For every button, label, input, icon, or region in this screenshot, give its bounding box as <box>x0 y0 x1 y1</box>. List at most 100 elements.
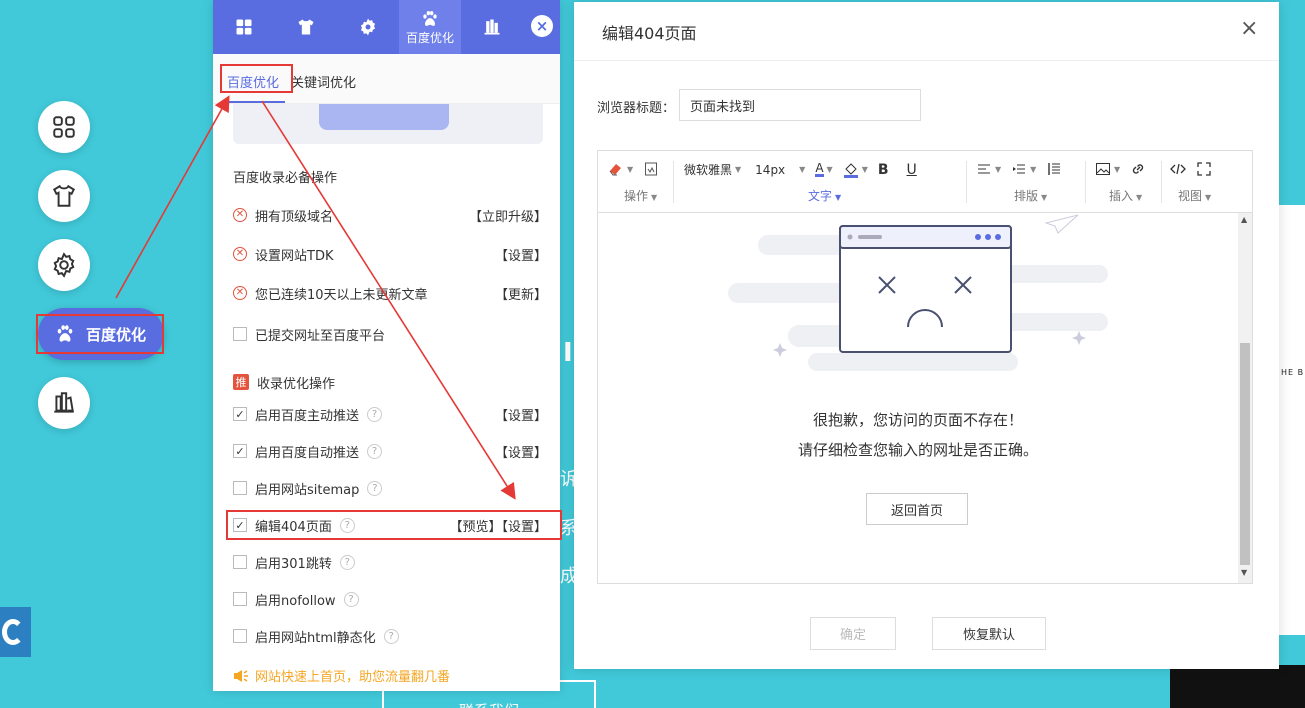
section-title-required: 百度收录必备操作 <box>233 171 338 186</box>
baidu-logo-image <box>319 104 449 130</box>
tab-pages[interactable] <box>461 0 523 54</box>
side-menu-modules[interactable] <box>38 101 90 153</box>
customer-service-tab[interactable] <box>0 607 31 657</box>
push-badge: 推 <box>233 374 249 390</box>
toolbar-group-view: 视图 ▼ <box>1170 151 1240 213</box>
align-button[interactable]: ▼ <box>976 161 1001 177</box>
upgrade-link[interactable]: 【立即升级】 <box>469 206 547 225</box>
font-color-button[interactable]: A ▼ <box>815 162 833 177</box>
insert-link-button[interactable] <box>1130 161 1146 177</box>
gear-icon <box>53 252 75 278</box>
option-checkbox[interactable] <box>233 555 247 569</box>
format-painter-button[interactable] <box>643 161 659 177</box>
toolbar-separator <box>1085 161 1086 203</box>
option-checkbox[interactable] <box>233 592 247 606</box>
browser-title-input[interactable] <box>679 89 921 121</box>
subtab-keyword-seo[interactable]: 关键词优化 <box>285 72 362 103</box>
back-home-button[interactable]: 返回首页 <box>866 493 968 525</box>
error-icon: ✕ <box>233 208 247 222</box>
fullscreen-button[interactable] <box>1196 161 1212 177</box>
option-label: 启用网站html静态化 <box>255 630 376 646</box>
line-height-button[interactable] <box>1046 161 1062 177</box>
dialog-close-button[interactable]: × <box>1240 18 1258 40</box>
toolbar-separator <box>966 161 967 203</box>
toolbar-group-text: 微软雅黑 ▼ 14px ▼ A ▼ ▼ B U 文字 ▼ <box>684 151 964 213</box>
bg-right-panel <box>1279 205 1305 635</box>
font-size-select[interactable]: 14px ▼ <box>755 163 805 177</box>
help-icon[interactable]: ? <box>367 480 383 496</box>
source-code-button[interactable] <box>1170 161 1186 177</box>
editor-content[interactable]: 很抱歉，您访问的页面不存在！ 请仔细检查您输入的网址是否正确。 返回首页 ▲ ▼ <box>598 213 1252 583</box>
option-actions[interactable]: 【设置】 <box>495 405 547 424</box>
help-icon[interactable]: ? <box>339 554 355 570</box>
option-checkbox[interactable]: ✓ <box>233 407 247 421</box>
line-height-icon <box>1048 163 1061 175</box>
option-checkbox[interactable] <box>233 481 247 495</box>
option-row: ✓ 启用百度主动推送 ? 【设置】 <box>233 403 547 425</box>
toolbar-group-label[interactable]: 排版 ▼ <box>1014 187 1047 204</box>
document-icon <box>645 162 658 176</box>
eraser-icon <box>609 164 621 176</box>
arrow-to-tab <box>115 95 230 299</box>
highlight-box <box>226 510 562 540</box>
scroll-up-icon[interactable]: ▲ <box>1241 215 1247 224</box>
clear-format-button[interactable]: ▼ <box>608 161 633 177</box>
scroll-thumb[interactable] <box>1240 343 1250 565</box>
option-checkbox[interactable]: ✓ <box>233 444 247 458</box>
toolbar-separator <box>1161 161 1162 203</box>
font-family-select[interactable]: 微软雅黑 ▼ <box>684 161 741 178</box>
highlight-box <box>220 64 293 93</box>
side-menu-settings[interactable] <box>38 239 90 291</box>
confirm-button[interactable]: 确定 <box>810 617 896 650</box>
help-icon[interactable]: ? <box>343 591 359 607</box>
tab-theme[interactable] <box>275 0 337 54</box>
side-menu-theme[interactable] <box>38 170 90 222</box>
bold-button[interactable]: B <box>878 162 889 178</box>
toolbar-group-layout: ▼ ▼ 排版 ▼ <box>976 151 1086 213</box>
tab-label: 百度优化 <box>405 30 454 45</box>
promo-tip[interactable]: 网站快速上首页，助您流量翻几番 <box>233 666 450 685</box>
side-menu-pages[interactable] <box>38 377 90 429</box>
panel-tab-bar: 百度优化 <box>213 0 560 54</box>
option-row: 启用网站html静态化 ? <box>233 625 547 647</box>
broken-page-illustration <box>728 214 1108 371</box>
option-row: 启用301跳转 ? <box>233 551 547 573</box>
background-color-button[interactable]: ▼ <box>843 162 868 178</box>
rich-text-editor: ▼ 操作 ▼ 微软雅黑 ▼ 14px ▼ A ▼ ▼ B U 文字 ▼ ▼ ▼ … <box>597 150 1253 584</box>
underline-button[interactable]: U <box>907 162 917 178</box>
restore-default-button[interactable]: 恢复默认 <box>932 617 1046 650</box>
editor-scrollbar[interactable]: ▲ ▼ <box>1238 213 1252 583</box>
item-label: 设置网站TDK <box>255 248 334 264</box>
set-tdk-link[interactable]: 【设置】 <box>495 245 547 264</box>
scroll-down-icon[interactable]: ▼ <box>1241 568 1247 577</box>
tab-baidu-seo[interactable]: 百度优化 <box>399 0 461 54</box>
update-link[interactable]: 【更新】 <box>495 284 547 303</box>
option-checkbox[interactable] <box>233 629 247 643</box>
code-icon <box>1170 163 1186 175</box>
option-label: 启用百度主动推送 <box>255 408 360 424</box>
gear-icon <box>360 18 376 36</box>
toolbar-group-label[interactable]: 文字 ▼ <box>808 187 841 204</box>
toolbar-group-label[interactable]: 视图 ▼ <box>1178 187 1211 204</box>
book-icon <box>484 19 500 35</box>
option-label: 启用nofollow <box>255 593 336 609</box>
insert-image-button[interactable]: ▼ <box>1095 161 1120 177</box>
toolbar-group-label[interactable]: 插入 ▼ <box>1109 187 1142 204</box>
help-icon[interactable]: ? <box>367 406 383 422</box>
tab-modules[interactable] <box>213 0 275 54</box>
toolbar-group-insert: ▼ 插入 ▼ <box>1095 151 1161 213</box>
error-icon: ✕ <box>233 247 247 261</box>
submitted-checkbox[interactable] <box>233 327 247 341</box>
tab-settings[interactable] <box>337 0 399 54</box>
indent-icon <box>1013 164 1026 174</box>
highlight-box <box>36 314 164 354</box>
option-actions[interactable]: 【设置】 <box>495 442 547 461</box>
help-icon[interactable]: ? <box>367 443 383 459</box>
tip-text: 网站快速上首页，助您流量翻几番 <box>255 670 451 685</box>
panel-close-button[interactable]: × <box>531 15 553 37</box>
dialog-title: 编辑404页面 <box>602 24 697 43</box>
help-icon[interactable]: ? <box>383 628 399 644</box>
fullscreen-icon <box>1197 162 1211 176</box>
toolbar-group-label[interactable]: 操作 ▼ <box>624 187 657 204</box>
indent-button[interactable]: ▼ <box>1011 161 1036 177</box>
